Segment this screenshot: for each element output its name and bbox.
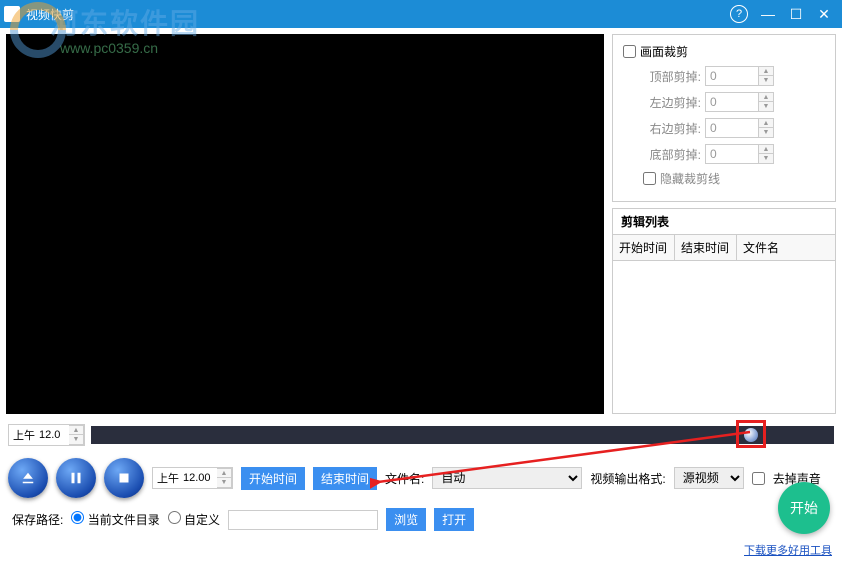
maximize-button[interactable]: ☐	[782, 0, 810, 28]
crop-enable-checkbox[interactable]	[623, 45, 636, 58]
set-start-time-button[interactable]: 开始时间	[241, 467, 305, 490]
crop-left-label: 左边剪掉:	[643, 94, 701, 111]
close-button[interactable]: ✕	[810, 0, 838, 28]
crop-right-label: 右边剪掉:	[643, 120, 701, 137]
open-button[interactable]: 打开	[434, 508, 474, 531]
crop-panel: 画面裁剪 顶部剪掉: ▲▼ 左边剪掉: ▲▼ 右边剪掉:	[612, 34, 836, 202]
filename-label: 文件名:	[385, 470, 424, 487]
crop-right-input[interactable]	[705, 118, 759, 138]
output-format-select[interactable]: 源视频	[674, 467, 744, 489]
mute-checkbox[interactable]	[752, 472, 765, 485]
col-filename[interactable]: 文件名	[737, 235, 835, 260]
crop-top-input[interactable]	[705, 66, 759, 86]
start-button[interactable]: 开始	[778, 482, 830, 534]
crop-bottom-spinner[interactable]: ▲▼	[759, 144, 774, 164]
save-current-dir-option[interactable]: 当前文件目录	[71, 511, 159, 528]
crop-top-spinner[interactable]: ▲▼	[759, 66, 774, 86]
pause-button[interactable]	[56, 458, 96, 498]
timeline-track[interactable]	[91, 426, 834, 444]
output-format-label: 视频输出格式:	[590, 470, 665, 487]
browse-button[interactable]: 浏览	[386, 508, 426, 531]
col-start-time[interactable]: 开始时间	[613, 235, 675, 260]
timeline-thumb[interactable]	[744, 428, 758, 442]
crop-right-spinner[interactable]: ▲▼	[759, 118, 774, 138]
footer-download-link[interactable]: 下载更多好用工具	[744, 542, 832, 558]
crop-enable-label: 画面裁剪	[640, 43, 688, 60]
crop-bottom-input[interactable]	[705, 144, 759, 164]
hide-crop-lines-checkbox[interactable]	[643, 172, 656, 185]
clip-list-body[interactable]	[613, 261, 835, 413]
hide-crop-lines-label: 隐藏裁剪线	[660, 170, 720, 187]
filename-select[interactable]: 自动	[432, 467, 582, 489]
crop-top-label: 顶部剪掉:	[643, 68, 701, 85]
eject-button[interactable]	[8, 458, 48, 498]
video-preview[interactable]	[6, 34, 604, 414]
titlebar: 视频快剪 ? — ☐ ✕	[0, 0, 842, 28]
minimize-button[interactable]: —	[754, 0, 782, 28]
save-custom-dir-option[interactable]: 自定义	[168, 511, 220, 528]
clip-list-title: 剪辑列表	[613, 209, 835, 234]
set-end-time-button[interactable]: 结束时间	[313, 467, 377, 490]
window-title: 视频快剪	[26, 6, 730, 23]
crop-bottom-label: 底部剪掉:	[643, 146, 701, 163]
col-end-time[interactable]: 结束时间	[675, 235, 737, 260]
timeline-time-input[interactable]: 上午 ▲▼	[8, 424, 85, 446]
control-time-input[interactable]: 上午 ▲▼	[152, 467, 233, 489]
crop-left-spinner[interactable]: ▲▼	[759, 92, 774, 112]
help-icon[interactable]: ?	[730, 5, 748, 23]
save-path-input[interactable]	[228, 510, 378, 530]
save-path-label: 保存路径:	[12, 511, 63, 528]
clip-list-panel: 剪辑列表 开始时间 结束时间 文件名	[612, 208, 836, 414]
stop-button[interactable]	[104, 458, 144, 498]
app-icon	[4, 6, 20, 22]
crop-left-input[interactable]	[705, 92, 759, 112]
